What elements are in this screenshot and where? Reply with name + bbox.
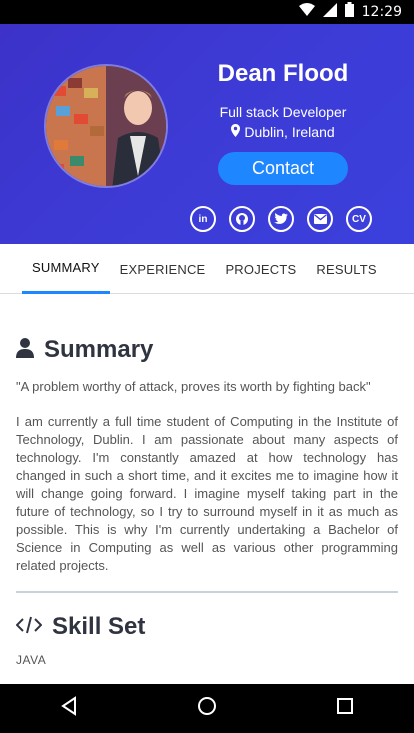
home-icon[interactable] (197, 696, 217, 721)
github-icon[interactable] (229, 206, 255, 232)
linkedin-icon[interactable]: in (190, 206, 216, 232)
avatar (44, 64, 168, 188)
summary-quote: "A problem worthy of attack, proves its … (16, 379, 371, 394)
user-icon (16, 337, 34, 363)
map-marker-icon (231, 124, 241, 140)
tab-projects[interactable]: PROJECTS (215, 244, 306, 294)
back-icon[interactable] (60, 696, 78, 721)
tab-results[interactable]: RESULTS (306, 244, 386, 294)
status-icons: 12:29 (298, 2, 402, 22)
wifi-icon (298, 2, 315, 22)
battery-icon (344, 2, 354, 22)
status-bar: 12:29 (0, 0, 414, 24)
skills-title: Skill Set (52, 613, 146, 640)
summary-content[interactable]: Summary "A problem worthy of attack, pro… (16, 294, 398, 684)
system-nav-bar (0, 684, 414, 733)
status-time: 12:29 (361, 4, 402, 20)
code-icon (16, 616, 43, 639)
cv-icon[interactable]: CV (346, 206, 372, 232)
summary-body: I am currently a full time student of Co… (16, 414, 398, 573)
section-divider (16, 591, 398, 593)
profile-header: Dean Flood Full stack Developer Dublin, … (0, 24, 414, 244)
contact-button[interactable]: Contact (218, 152, 348, 185)
section-tabs: SUMMARY EXPERIENCE PROJECTS RESULTS (0, 244, 414, 294)
tab-summary[interactable]: SUMMARY (22, 244, 110, 294)
social-links: in CV (190, 206, 372, 232)
profile-location: Dublin, Ireland (190, 124, 376, 140)
summary-title: Summary (44, 336, 154, 363)
profile-name: Dean Flood (217, 60, 349, 87)
email-icon[interactable] (307, 206, 333, 232)
skill-item: JAVA (16, 653, 47, 667)
twitter-icon[interactable] (268, 206, 294, 232)
profile-role: Full stack Developer (219, 104, 347, 120)
skills-heading: Skill Set (16, 613, 398, 641)
signal-icon (322, 2, 337, 22)
summary-heading: Summary (16, 336, 398, 364)
location-text: Dublin, Ireland (244, 124, 335, 140)
tab-experience[interactable]: EXPERIENCE (110, 244, 216, 294)
recents-icon[interactable] (336, 697, 354, 720)
